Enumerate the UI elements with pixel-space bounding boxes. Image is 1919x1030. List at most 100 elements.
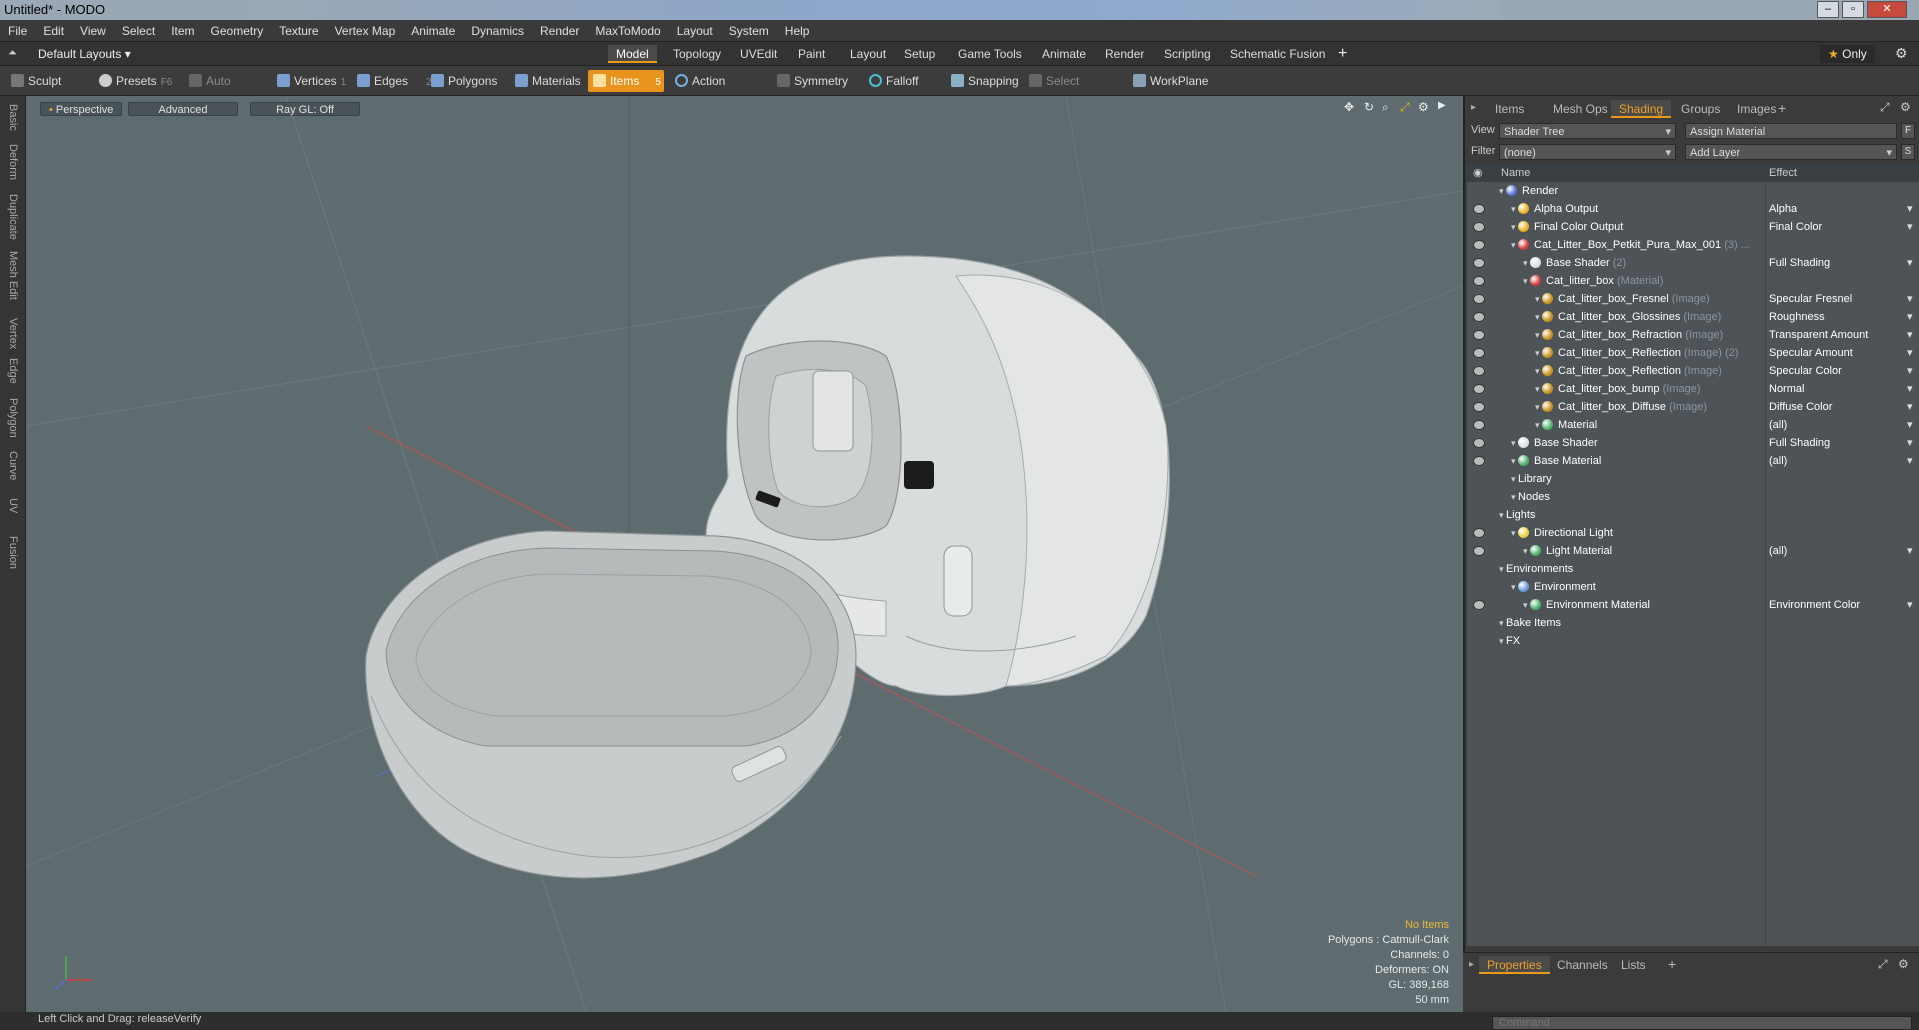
expand-arrow-icon[interactable]: ▾: [1535, 330, 1542, 340]
rotate-view-icon[interactable]: ↻: [1364, 100, 1374, 114]
tab-uvedit[interactable]: UVEdit: [732, 45, 785, 63]
menu-file[interactable]: File: [0, 20, 35, 42]
visibility-eye-icon[interactable]: [1473, 402, 1485, 412]
assign-material-button[interactable]: Assign Material: [1685, 123, 1897, 139]
menu-system[interactable]: System: [721, 20, 777, 42]
expand-arrow-icon[interactable]: ▾: [1499, 636, 1506, 646]
tab-topology[interactable]: Topology: [665, 45, 729, 63]
row-effect[interactable]: Normal: [1769, 380, 1899, 398]
menu-render[interactable]: Render: [532, 20, 587, 42]
edges-button[interactable]: Edges 2: [352, 70, 432, 92]
menu-geometry[interactable]: Geometry: [203, 20, 272, 42]
menu-animate[interactable]: Animate: [403, 20, 463, 42]
panel-tab-images[interactable]: Images: [1729, 100, 1784, 118]
visibility-eye-icon[interactable]: [1473, 546, 1485, 556]
zoom-view-icon[interactable]: ⌕: [1382, 100, 1389, 115]
select-through-button[interactable]: Select Through: [1024, 70, 1122, 110]
materials-button[interactable]: Materials: [510, 70, 586, 92]
tab-model[interactable]: Model: [608, 45, 657, 63]
fit-view-icon[interactable]: ⤢: [1400, 100, 1410, 115]
expand-arrow-icon[interactable]: ▾: [1511, 438, 1518, 448]
shader-tree-row[interactable]: ▾ Cat_litter_box_Refraction (Image) Trans…: [1467, 326, 1919, 344]
properties-tab-properties[interactable]: Properties: [1479, 956, 1550, 974]
effect-dropdown-icon[interactable]: ▾: [1907, 254, 1913, 272]
shader-tree-row[interactable]: ▾ Bake Items: [1467, 614, 1919, 632]
shader-tree-row[interactable]: ▾ Cat_Litter_Box_Petkit_Pura_Max_001 (3)…: [1467, 236, 1919, 254]
visibility-eye-icon[interactable]: [1473, 204, 1485, 214]
menu-item[interactable]: Item: [163, 20, 202, 42]
visibility-eye-icon[interactable]: [1473, 366, 1485, 376]
shader-tree-row[interactable]: ▾ Base Shader (2) Full Shading ▾: [1467, 254, 1919, 272]
row-effect[interactable]: (all): [1769, 416, 1899, 434]
shader-tree-row[interactable]: ▾ Alpha Output Alpha ▾: [1467, 200, 1919, 218]
shader-tree-row[interactable]: ▾ Render: [1467, 182, 1919, 200]
expand-arrow-icon[interactable]: ▾: [1535, 348, 1542, 358]
minimize-button[interactable]: –: [1817, 1, 1839, 18]
left-tab-polygon[interactable]: Polygon: [2, 398, 24, 438]
menu-texture[interactable]: Texture: [271, 20, 326, 42]
properties-tab-channels[interactable]: Channels: [1549, 956, 1616, 974]
row-effect[interactable]: Specular Color: [1769, 362, 1899, 380]
shader-tree-row[interactable]: ▾ Final Color Output Final Color ▾: [1467, 218, 1919, 236]
effect-column-header[interactable]: Effect: [1769, 164, 1797, 182]
effect-dropdown-icon[interactable]: ▾: [1907, 290, 1913, 308]
expand-arrow-icon[interactable]: ▾: [1499, 510, 1506, 520]
add-layer-option[interactable]: S: [1901, 144, 1915, 160]
expand-arrow-icon[interactable]: ▾: [1511, 528, 1518, 538]
visibility-eye-icon[interactable]: [1473, 456, 1485, 466]
workplane-button[interactable]: WorkPlane: [1128, 70, 1214, 92]
visibility-eye-icon[interactable]: [1473, 240, 1485, 250]
expand-arrow-icon[interactable]: ▾: [1535, 420, 1542, 430]
filter-select[interactable]: (none): [1499, 144, 1676, 161]
visibility-eye-icon[interactable]: [1473, 438, 1485, 448]
menu-help[interactable]: Help: [777, 20, 818, 42]
shader-tree-row[interactable]: ▾ Base Material (all) ▾: [1467, 452, 1919, 470]
expand-arrow-icon[interactable]: ▾: [1499, 618, 1506, 628]
shader-tree-row[interactable]: ▾ Base Shader Full Shading ▾: [1467, 434, 1919, 452]
effect-dropdown-icon[interactable]: ▾: [1907, 434, 1913, 452]
shader-tree-row[interactable]: ▾ Cat_litter_box (Material): [1467, 272, 1919, 290]
visibility-eye-icon[interactable]: [1473, 222, 1485, 232]
auto-select-button[interactable]: Auto Select: [184, 70, 270, 110]
visibility-eye-icon[interactable]: [1473, 276, 1485, 286]
shader-tree-row[interactable]: ▾ Nodes: [1467, 488, 1919, 506]
expand-arrow-icon[interactable]: ▾: [1511, 240, 1518, 250]
effect-dropdown-icon[interactable]: ▾: [1907, 344, 1913, 362]
row-effect[interactable]: Alpha: [1769, 200, 1899, 218]
tab-game-tools[interactable]: Game Tools: [950, 45, 1030, 63]
move-view-icon[interactable]: ✥: [1344, 100, 1354, 114]
menu-layout[interactable]: Layout: [669, 20, 721, 42]
view-menu-arrow-icon[interactable]: ▶: [1438, 100, 1446, 111]
shader-tree-row[interactable]: ▾ Environment Material Environment Color ▾: [1467, 596, 1919, 614]
menu-maxtomodo[interactable]: MaxToModo: [587, 20, 668, 42]
effect-dropdown-icon[interactable]: ▾: [1907, 542, 1913, 560]
expand-arrow-icon[interactable]: ▾: [1499, 564, 1506, 574]
effect-dropdown-icon[interactable]: ▾: [1907, 452, 1913, 470]
tab-setup[interactable]: Setup: [896, 45, 943, 63]
effect-dropdown-icon[interactable]: ▾: [1907, 218, 1913, 236]
shader-tree-row[interactable]: ▾ FX: [1467, 632, 1919, 650]
symmetry-button[interactable]: Symmetry: [772, 70, 854, 92]
effect-dropdown-icon[interactable]: ▾: [1907, 362, 1913, 380]
presets-button[interactable]: Presets F6: [94, 70, 174, 92]
expand-arrow-icon[interactable]: ▾: [1535, 294, 1542, 304]
expand-arrow-icon[interactable]: ▾: [1499, 186, 1506, 196]
panel-tab-mesh-ops[interactable]: Mesh Ops: [1545, 100, 1616, 118]
expand-arrow-icon[interactable]: ▾: [1511, 456, 1518, 466]
row-effect[interactable]: Roughness: [1769, 308, 1899, 326]
left-tab-curve[interactable]: Curve: [2, 451, 24, 480]
shader-tree-row[interactable]: ▾ Cat_litter_box_Reflection (Image) Specu…: [1467, 362, 1919, 380]
assign-material-option[interactable]: F: [1901, 123, 1915, 139]
add-panel-tab-icon[interactable]: +: [1778, 100, 1786, 116]
effect-dropdown-icon[interactable]: ▾: [1907, 398, 1913, 416]
vertices-button[interactable]: Vertices 1: [272, 70, 352, 92]
effect-dropdown-icon[interactable]: ▾: [1907, 308, 1913, 326]
expand-arrow-icon[interactable]: ▾: [1523, 258, 1530, 268]
row-effect[interactable]: Environment Color: [1769, 596, 1899, 614]
row-effect[interactable]: (all): [1769, 452, 1899, 470]
expand-properties-icon[interactable]: ⤢: [1878, 957, 1888, 972]
snapping-button[interactable]: Snapping: [946, 70, 1026, 92]
visibility-eye-icon[interactable]: [1473, 258, 1485, 268]
expand-arrow-icon[interactable]: ▾: [1511, 204, 1518, 214]
menu-edit[interactable]: Edit: [35, 20, 72, 42]
